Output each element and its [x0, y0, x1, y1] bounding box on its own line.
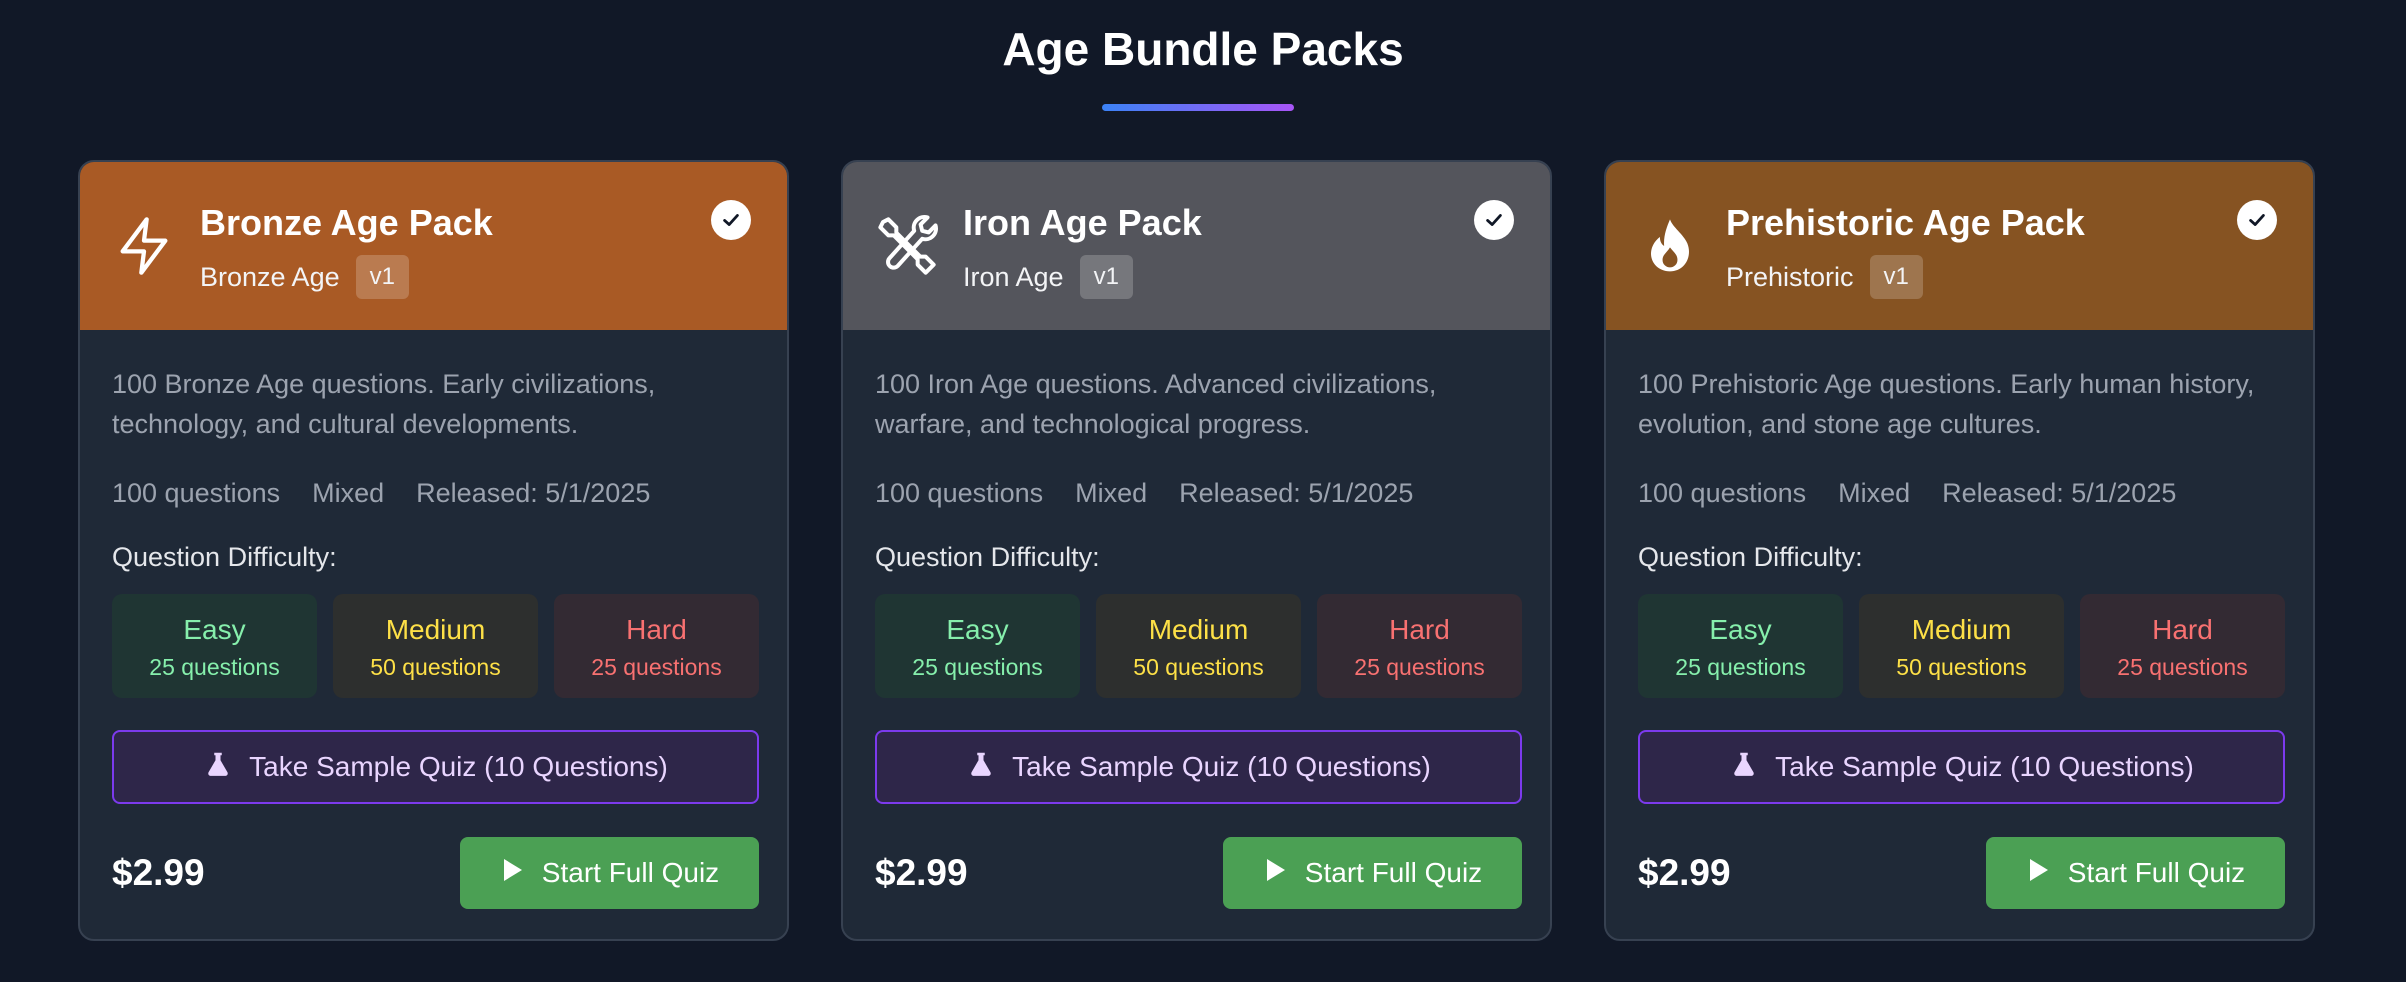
difficulty-medium: Medium 50 questions [1859, 594, 2064, 698]
difficulty-mix: Mixed [312, 478, 385, 508]
difficulty-easy: Easy 25 questions [1638, 594, 1843, 698]
difficulty-label: Question Difficulty: [112, 542, 337, 572]
age-label: Prehistoric [1726, 261, 1854, 292]
play-icon [2026, 857, 2050, 890]
start-quiz-label: Start Full Quiz [2067, 857, 2246, 888]
difficulty-mix: Mixed [1075, 478, 1148, 508]
difficulty-easy: Easy 25 questions [112, 594, 317, 698]
pack-description: 100 Bronze Age questions. Early civiliza… [112, 369, 656, 439]
pack-meta: 100 questions Mixed Released: 5/1/2025 [1638, 478, 2176, 509]
difficulty-count: 25 questions [912, 654, 1043, 680]
difficulty-name: Hard [626, 614, 687, 645]
difficulty-name: Hard [2152, 614, 2213, 645]
pack-price: $2.99 [112, 852, 205, 893]
pack-description: 100 Iron Age questions. Advanced civiliz… [875, 369, 1437, 439]
play-icon [1263, 857, 1287, 890]
difficulty-count: 50 questions [1896, 654, 2027, 680]
flask-icon [966, 749, 996, 786]
play-icon [500, 857, 524, 890]
release-date: Released: 5/1/2025 [416, 478, 651, 508]
difficulty-count: 50 questions [370, 654, 501, 680]
difficulty-name: Hard [1389, 614, 1450, 645]
difficulty-count: 50 questions [1133, 654, 1264, 680]
difficulty-easy: Easy 25 questions [875, 594, 1080, 698]
difficulty-hard: Hard 25 questions [554, 594, 759, 698]
card-header: Iron Age Pack Iron Age v1 [843, 162, 1550, 330]
question-count: 100 questions [1638, 478, 1807, 508]
version-badge: v1 [355, 255, 409, 299]
difficulty-name: Medium [1148, 614, 1249, 645]
difficulty-label: Question Difficulty: [875, 542, 1100, 572]
pack-price: $2.99 [875, 852, 968, 893]
check-icon[interactable] [711, 200, 751, 240]
difficulty-name: Easy [183, 614, 246, 645]
start-full-quiz-button[interactable]: Start Full Quiz [1223, 837, 1522, 909]
difficulty-name: Easy [946, 614, 1009, 645]
title-underline [1102, 104, 1294, 111]
age-label: Iron Age [963, 261, 1064, 292]
flame-icon [1638, 214, 1702, 278]
difficulty-count: 25 questions [1675, 654, 1806, 680]
age-label: Bronze Age [200, 261, 340, 292]
difficulty-hard: Hard 25 questions [1317, 594, 1522, 698]
difficulty-label: Question Difficulty: [1638, 542, 1863, 572]
sample-quiz-button[interactable]: Take Sample Quiz (10 Questions) [875, 730, 1522, 804]
version-badge: v1 [1079, 255, 1133, 299]
difficulty-hard: Hard 25 questions [2080, 594, 2285, 698]
pack-price: $2.99 [1638, 852, 1731, 893]
card-header: Prehistoric Age Pack Prehistoric v1 [1606, 162, 2313, 330]
pack-meta: 100 questions Mixed Released: 5/1/2025 [875, 478, 1413, 509]
flask-icon [1729, 749, 1759, 786]
question-count: 100 questions [112, 478, 281, 508]
difficulty-count: 25 questions [591, 654, 722, 680]
difficulty-count: 25 questions [1354, 654, 1485, 680]
sample-quiz-button[interactable]: Take Sample Quiz (10 Questions) [1638, 730, 2285, 804]
release-date: Released: 5/1/2025 [1942, 478, 2177, 508]
pack-description: 100 Prehistoric Age questions. Early hum… [1638, 369, 2255, 439]
start-quiz-label: Start Full Quiz [1304, 857, 1483, 888]
tools-icon [875, 214, 939, 278]
age-row: Bronze Age v1 [200, 254, 409, 300]
check-icon[interactable] [1474, 200, 1514, 240]
check-icon[interactable] [2237, 200, 2277, 240]
age-row: Iron Age v1 [963, 254, 1133, 300]
page-title: Age Bundle Packs [1002, 23, 1404, 75]
start-full-quiz-button[interactable]: Start Full Quiz [460, 837, 759, 909]
difficulty-mix: Mixed [1838, 478, 1911, 508]
sample-quiz-label: Take Sample Quiz (10 Questions) [249, 751, 668, 782]
sample-quiz-button[interactable]: Take Sample Quiz (10 Questions) [112, 730, 759, 804]
pack-card-bronze[interactable]: Bronze Age Pack Bronze Age v1 100 Bronze… [78, 160, 789, 941]
difficulty-name: Medium [1911, 614, 2012, 645]
lightning-icon [112, 214, 176, 278]
pack-name: Iron Age Pack [963, 202, 1202, 243]
difficulty-count: 25 questions [149, 654, 280, 680]
difficulty-name: Easy [1709, 614, 1772, 645]
difficulty-count: 25 questions [2117, 654, 2248, 680]
pack-meta: 100 questions Mixed Released: 5/1/2025 [112, 478, 650, 509]
difficulty-medium: Medium 50 questions [1096, 594, 1301, 698]
flask-icon [203, 749, 233, 786]
card-header: Bronze Age Pack Bronze Age v1 [80, 162, 787, 330]
sample-quiz-label: Take Sample Quiz (10 Questions) [1775, 751, 2194, 782]
pack-card-iron[interactable]: Iron Age Pack Iron Age v1 100 Iron Age q… [841, 160, 1552, 941]
release-date: Released: 5/1/2025 [1179, 478, 1414, 508]
pack-name: Bronze Age Pack [200, 202, 493, 243]
sample-quiz-label: Take Sample Quiz (10 Questions) [1012, 751, 1431, 782]
pack-card-prehistoric[interactable]: Prehistoric Age Pack Prehistoric v1 100 … [1604, 160, 2315, 941]
question-count: 100 questions [875, 478, 1044, 508]
difficulty-medium: Medium 50 questions [333, 594, 538, 698]
version-badge: v1 [1869, 255, 1923, 299]
start-full-quiz-button[interactable]: Start Full Quiz [1986, 837, 2285, 909]
pack-name: Prehistoric Age Pack [1726, 202, 2085, 243]
difficulty-name: Medium [385, 614, 486, 645]
start-quiz-label: Start Full Quiz [541, 857, 720, 888]
age-row: Prehistoric v1 [1726, 254, 1923, 300]
